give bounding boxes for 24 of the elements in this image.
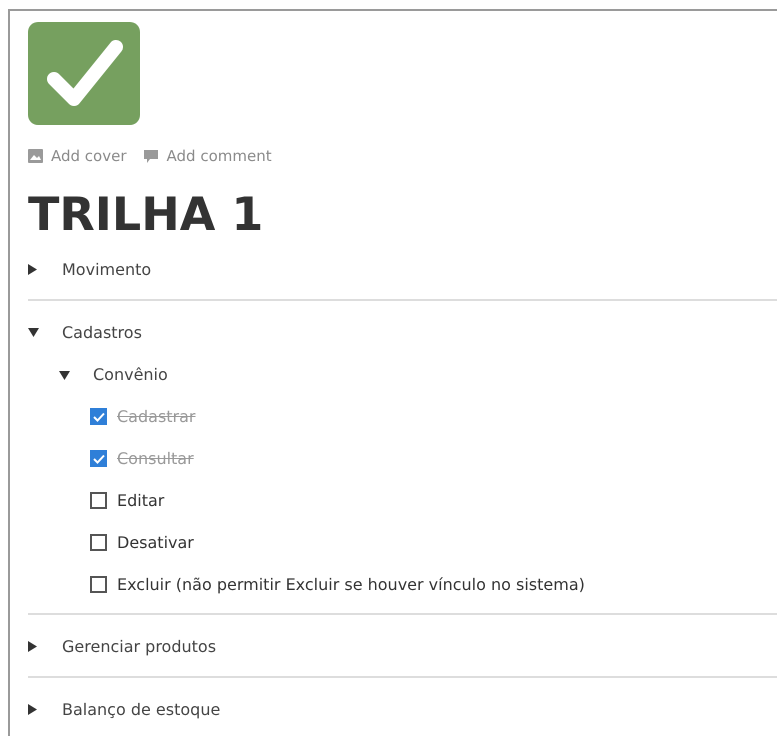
todo-label: Desativar <box>117 532 194 554</box>
collapsed-triangle-icon[interactable] <box>28 264 37 275</box>
toggle-label[interactable]: Convênio <box>93 363 168 387</box>
collapsed-triangle-icon[interactable] <box>28 641 37 652</box>
expanded-triangle-icon[interactable] <box>59 370 70 380</box>
checkbox[interactable] <box>90 450 107 467</box>
todo-label: Cadastrar <box>117 406 196 428</box>
todo-label: Editar <box>117 490 164 512</box>
image-icon <box>28 149 43 164</box>
checkbox[interactable] <box>90 408 107 425</box>
checkbox[interactable] <box>90 492 107 509</box>
expanded-triangle-icon[interactable] <box>28 328 39 337</box>
toggle-label[interactable]: Balanço de estoque <box>62 698 220 722</box>
collapsed-triangle-icon[interactable] <box>28 704 37 715</box>
toggle-label[interactable]: Movimento <box>62 258 152 282</box>
toggle-label[interactable]: Gerenciar produtos <box>62 634 216 658</box>
comment-icon <box>142 148 159 164</box>
page-title: TRILHA 1 <box>28 186 264 242</box>
toggle-label[interactable]: Cadastros <box>62 320 142 344</box>
checkbox[interactable] <box>90 576 107 593</box>
check-icon <box>28 22 140 125</box>
todo-label: Consultar <box>117 448 194 470</box>
checkbox[interactable] <box>90 534 107 551</box>
todo-label: Excluir (não permitir Excluir se houver vínculo no sistema) <box>117 574 585 596</box>
